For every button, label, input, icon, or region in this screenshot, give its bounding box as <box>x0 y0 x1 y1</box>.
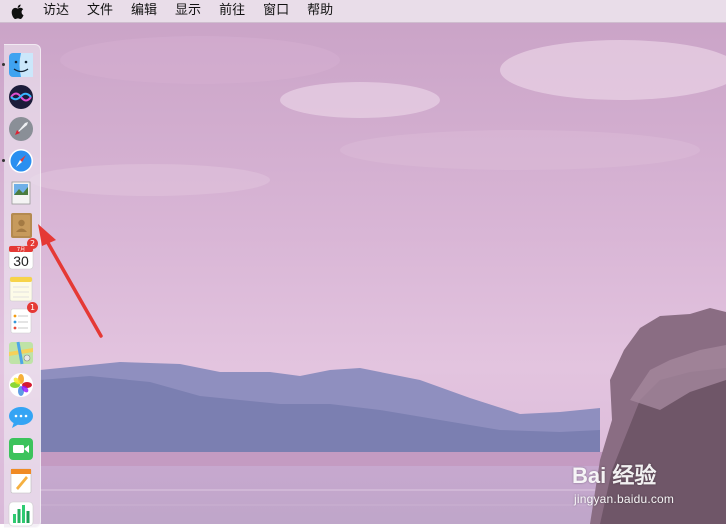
baidu-watermark: Bai 经验 jingyan.baidu.com <box>568 458 718 518</box>
running-indicator <box>2 63 5 66</box>
dock-item-safari[interactable] <box>2 146 36 176</box>
dock-item-preview[interactable] <box>6 178 36 208</box>
message-bubble-icon <box>9 407 33 428</box>
notes-icon <box>9 276 33 302</box>
contacts-book-icon <box>11 213 32 238</box>
dock-item-messages[interactable] <box>6 402 36 432</box>
dock-item-facetime[interactable] <box>6 434 36 464</box>
video-camera-icon <box>9 438 33 460</box>
calendar-day: 30 <box>13 253 29 269</box>
menu-bar: 访达 文件 编辑 显示 前往 窗口 帮助 <box>0 0 726 23</box>
menu-window[interactable]: 窗口 <box>254 0 298 22</box>
dock-item-notes[interactable] <box>6 274 36 304</box>
dock-item-finder[interactable] <box>2 50 36 80</box>
dock-item-launchpad[interactable] <box>6 114 36 144</box>
dock: 7月 30 2 1 <box>2 44 41 528</box>
desktop-wallpaper <box>0 0 726 524</box>
watermark-url: jingyan.baidu.com <box>574 492 675 506</box>
dock-item-pages[interactable] <box>6 466 36 496</box>
apple-logo-icon <box>11 4 23 19</box>
menu-view[interactable]: 显示 <box>166 0 210 22</box>
dock-item-contacts[interactable] <box>6 210 36 240</box>
dock-item-reminders[interactable]: 1 <box>6 302 38 336</box>
siri-icon <box>9 85 33 109</box>
rocket-icon <box>9 117 33 141</box>
finder-icon <box>9 53 33 77</box>
pages-icon <box>10 468 32 494</box>
watermark-logo: Bai 经验 <box>572 463 657 488</box>
menu-help[interactable]: 帮助 <box>298 0 342 22</box>
photos-icon <box>9 373 33 397</box>
apple-menu[interactable] <box>0 0 34 22</box>
map-icon <box>9 341 33 365</box>
menu-edit[interactable]: 编辑 <box>122 0 166 22</box>
menu-finder[interactable]: 访达 <box>34 0 78 22</box>
menu-file[interactable]: 文件 <box>78 0 122 22</box>
compass-icon <box>9 149 33 173</box>
menu-go[interactable]: 前往 <box>210 0 254 22</box>
preview-icon <box>11 181 31 205</box>
dock-item-calendar[interactable]: 7月 30 2 <box>6 238 38 272</box>
dock-item-maps[interactable] <box>6 338 36 368</box>
notification-badge: 2 <box>27 238 38 249</box>
running-indicator <box>2 159 5 162</box>
notification-badge: 1 <box>27 302 38 313</box>
dock-item-siri[interactable] <box>6 82 36 112</box>
dock-item-photos[interactable] <box>6 370 36 400</box>
